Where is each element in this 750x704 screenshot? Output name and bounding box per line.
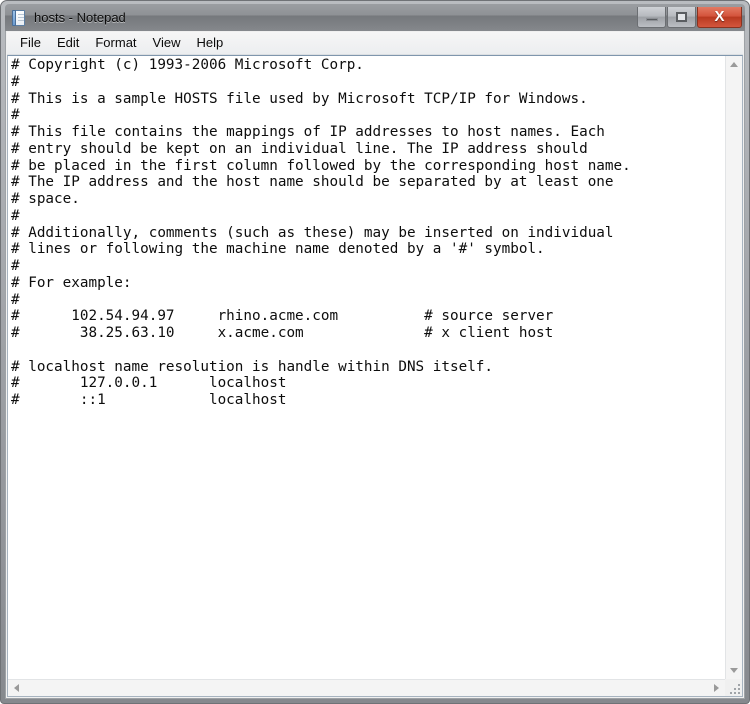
scroll-up-arrow-icon	[730, 62, 738, 67]
minimize-icon	[645, 18, 658, 21]
menu-item-help[interactable]: Help	[188, 34, 231, 53]
scroll-right-arrow-icon	[714, 684, 719, 692]
scroll-down-button[interactable]	[726, 662, 743, 679]
resize-grip[interactable]	[725, 679, 742, 696]
title-bar[interactable]: hosts - Notepad X	[5, 4, 745, 31]
horizontal-scrollbar[interactable]	[8, 679, 725, 696]
scroll-down-arrow-icon	[730, 668, 738, 673]
editor-row: # Copyright (c) 1993-2006 Microsoft Corp…	[8, 56, 742, 679]
notepad-window: hosts - Notepad X File Edit Format View …	[0, 0, 750, 704]
close-icon: X	[714, 8, 725, 25]
scroll-left-button[interactable]	[8, 680, 25, 697]
hosts-file-text: # Copyright (c) 1993-2006 Microsoft Corp…	[11, 57, 631, 408]
menu-item-view[interactable]: View	[145, 34, 189, 53]
maximize-button[interactable]	[667, 6, 696, 28]
close-button[interactable]: X	[697, 6, 742, 28]
window-title: hosts - Notepad	[34, 10, 126, 25]
menu-item-file[interactable]: File	[12, 34, 49, 53]
vertical-scrollbar[interactable]	[725, 56, 742, 679]
client-area: File Edit Format View Help # Copyright (…	[5, 31, 745, 699]
menu-item-format[interactable]: Format	[87, 34, 144, 53]
scroll-left-arrow-icon	[14, 684, 19, 692]
scroll-up-button[interactable]	[726, 56, 743, 73]
editor-region: # Copyright (c) 1993-2006 Microsoft Corp…	[7, 55, 743, 697]
menu-item-edit[interactable]: Edit	[49, 34, 87, 53]
scroll-right-button[interactable]	[708, 680, 725, 697]
minimize-button[interactable]	[637, 6, 666, 28]
window-controls: X	[636, 6, 745, 29]
maximize-icon	[676, 11, 687, 22]
title-bar-left: hosts - Notepad	[5, 9, 636, 26]
text-editor[interactable]: # Copyright (c) 1993-2006 Microsoft Corp…	[8, 56, 725, 679]
notepad-icon	[11, 9, 27, 26]
menu-bar: File Edit Format View Help	[7, 32, 743, 55]
